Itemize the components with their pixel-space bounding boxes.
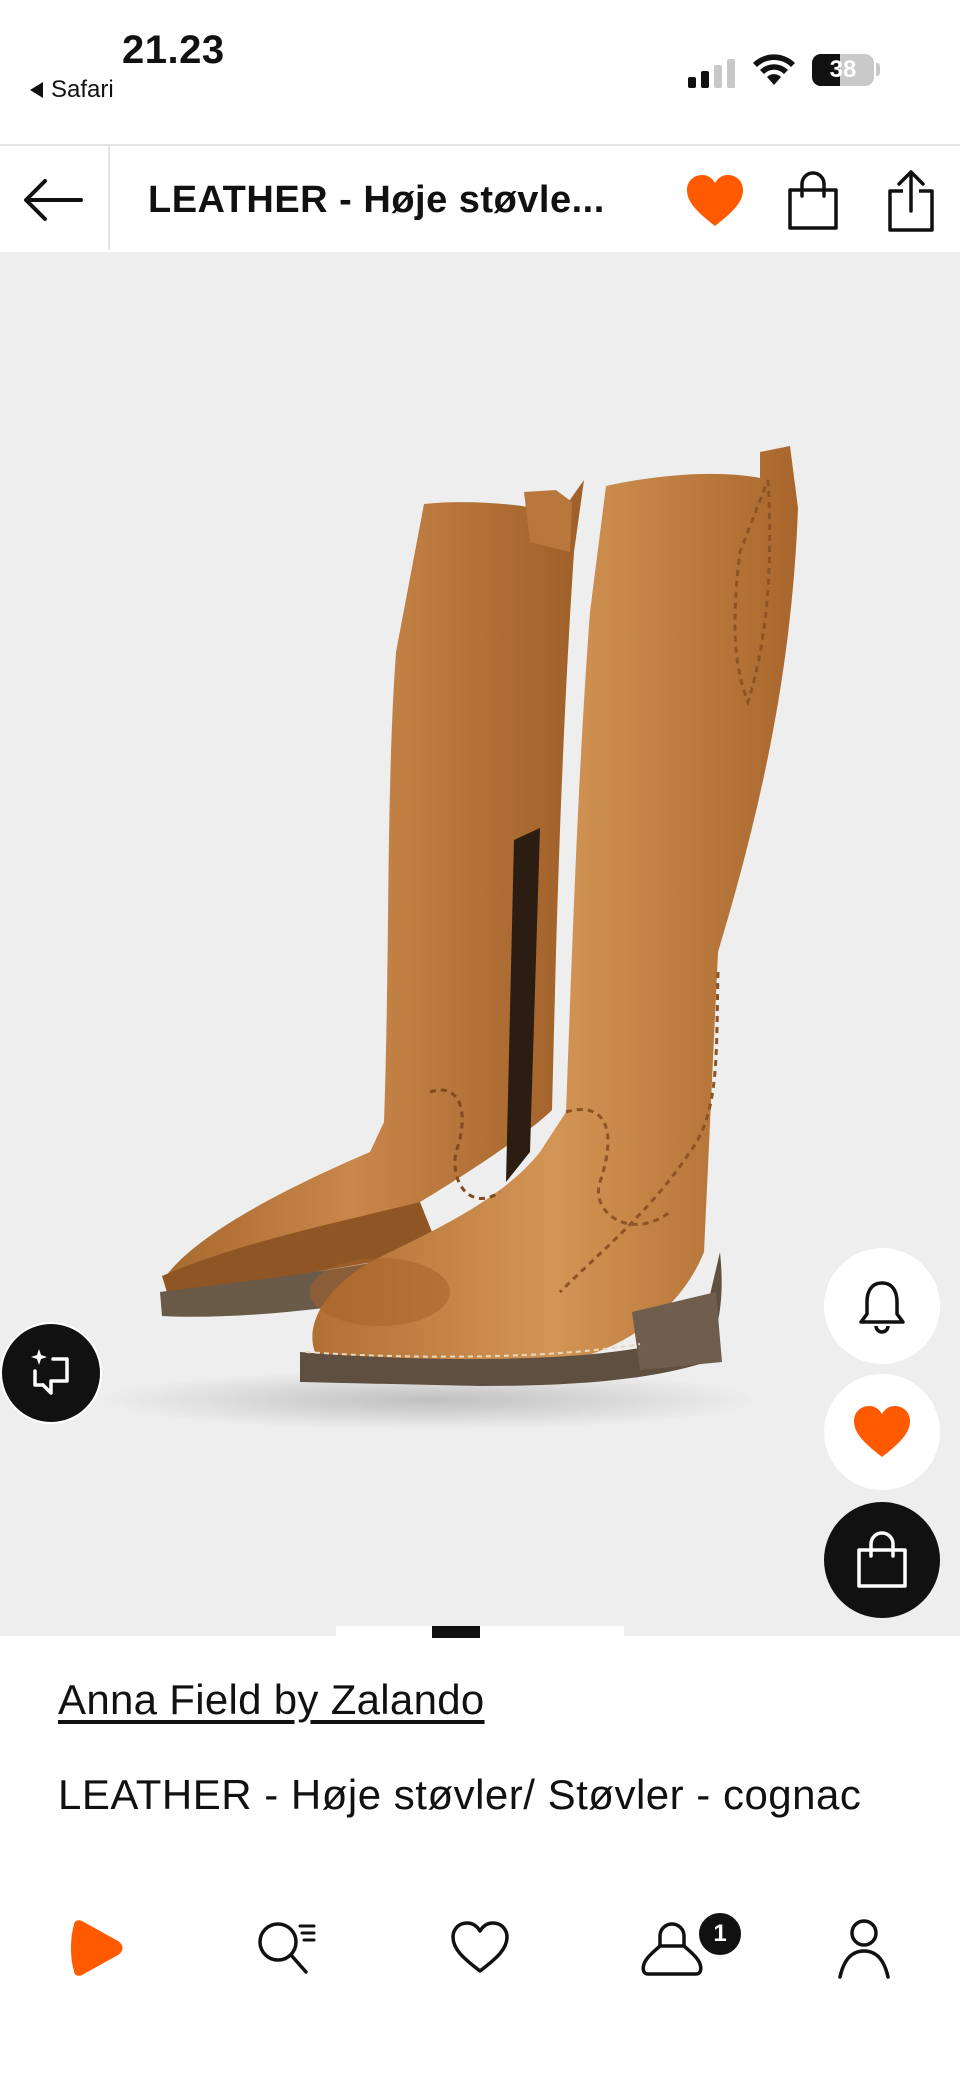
cellular-signal-icon <box>688 58 735 88</box>
tab-home[interactable] <box>56 1908 136 1988</box>
status-time: 21.23 <box>122 28 225 72</box>
boots-photo <box>100 446 798 1430</box>
tab-search[interactable] <box>246 1908 326 1988</box>
heart-outline-icon <box>451 1921 509 1973</box>
product-name: LEATHER - Høje støvler/ Støvler - cognac <box>58 1771 862 1818</box>
brand-link[interactable]: Anna Field by Zalando <box>58 1676 485 1724</box>
bag-person-icon <box>641 1922 703 1976</box>
nav-divider <box>108 144 110 250</box>
back-triangle-icon <box>30 82 43 98</box>
back-arrow-icon <box>24 179 83 221</box>
image-pager-track <box>336 1626 624 1638</box>
back-button[interactable] <box>20 170 86 230</box>
notify-button[interactable] <box>824 1248 940 1364</box>
shopping-bag-icon <box>857 1531 907 1588</box>
heart-filled-icon <box>687 175 743 226</box>
add-to-wishlist-button[interactable] <box>824 1374 940 1490</box>
add-to-bag-button[interactable] <box>824 1502 940 1618</box>
back-to-safari[interactable]: Safari <box>30 76 114 104</box>
wifi-icon <box>753 54 795 85</box>
heart-filled-icon <box>854 1406 910 1457</box>
shopping-bag-icon <box>788 171 838 230</box>
zalando-logo-icon <box>71 1920 123 1976</box>
back-app-label: Safari <box>51 76 114 103</box>
cart-count-badge: 1 <box>696 1910 744 1958</box>
share-icon <box>888 170 934 232</box>
tab-wishlist[interactable] <box>440 1908 520 1988</box>
profile-icon <box>838 1919 890 1979</box>
battery-tip <box>876 63 880 76</box>
battery-icon: 38 <box>812 54 874 86</box>
tab-profile[interactable] <box>824 1908 904 1988</box>
search-list-icon <box>258 1922 316 1974</box>
sparkle-crop-icon <box>31 1349 69 1395</box>
battery-level: 38 <box>829 56 857 83</box>
share-button[interactable] <box>876 166 946 236</box>
cart-button[interactable] <box>778 166 848 236</box>
ai-assistant-button[interactable] <box>2 1324 100 1422</box>
product-image[interactable] <box>0 252 960 1636</box>
page-title: LEATHER - Høje støvle... <box>148 179 605 221</box>
bell-icon <box>859 1281 905 1334</box>
wishlist-toggle-button[interactable] <box>680 166 750 236</box>
image-pager-active <box>432 1626 480 1638</box>
